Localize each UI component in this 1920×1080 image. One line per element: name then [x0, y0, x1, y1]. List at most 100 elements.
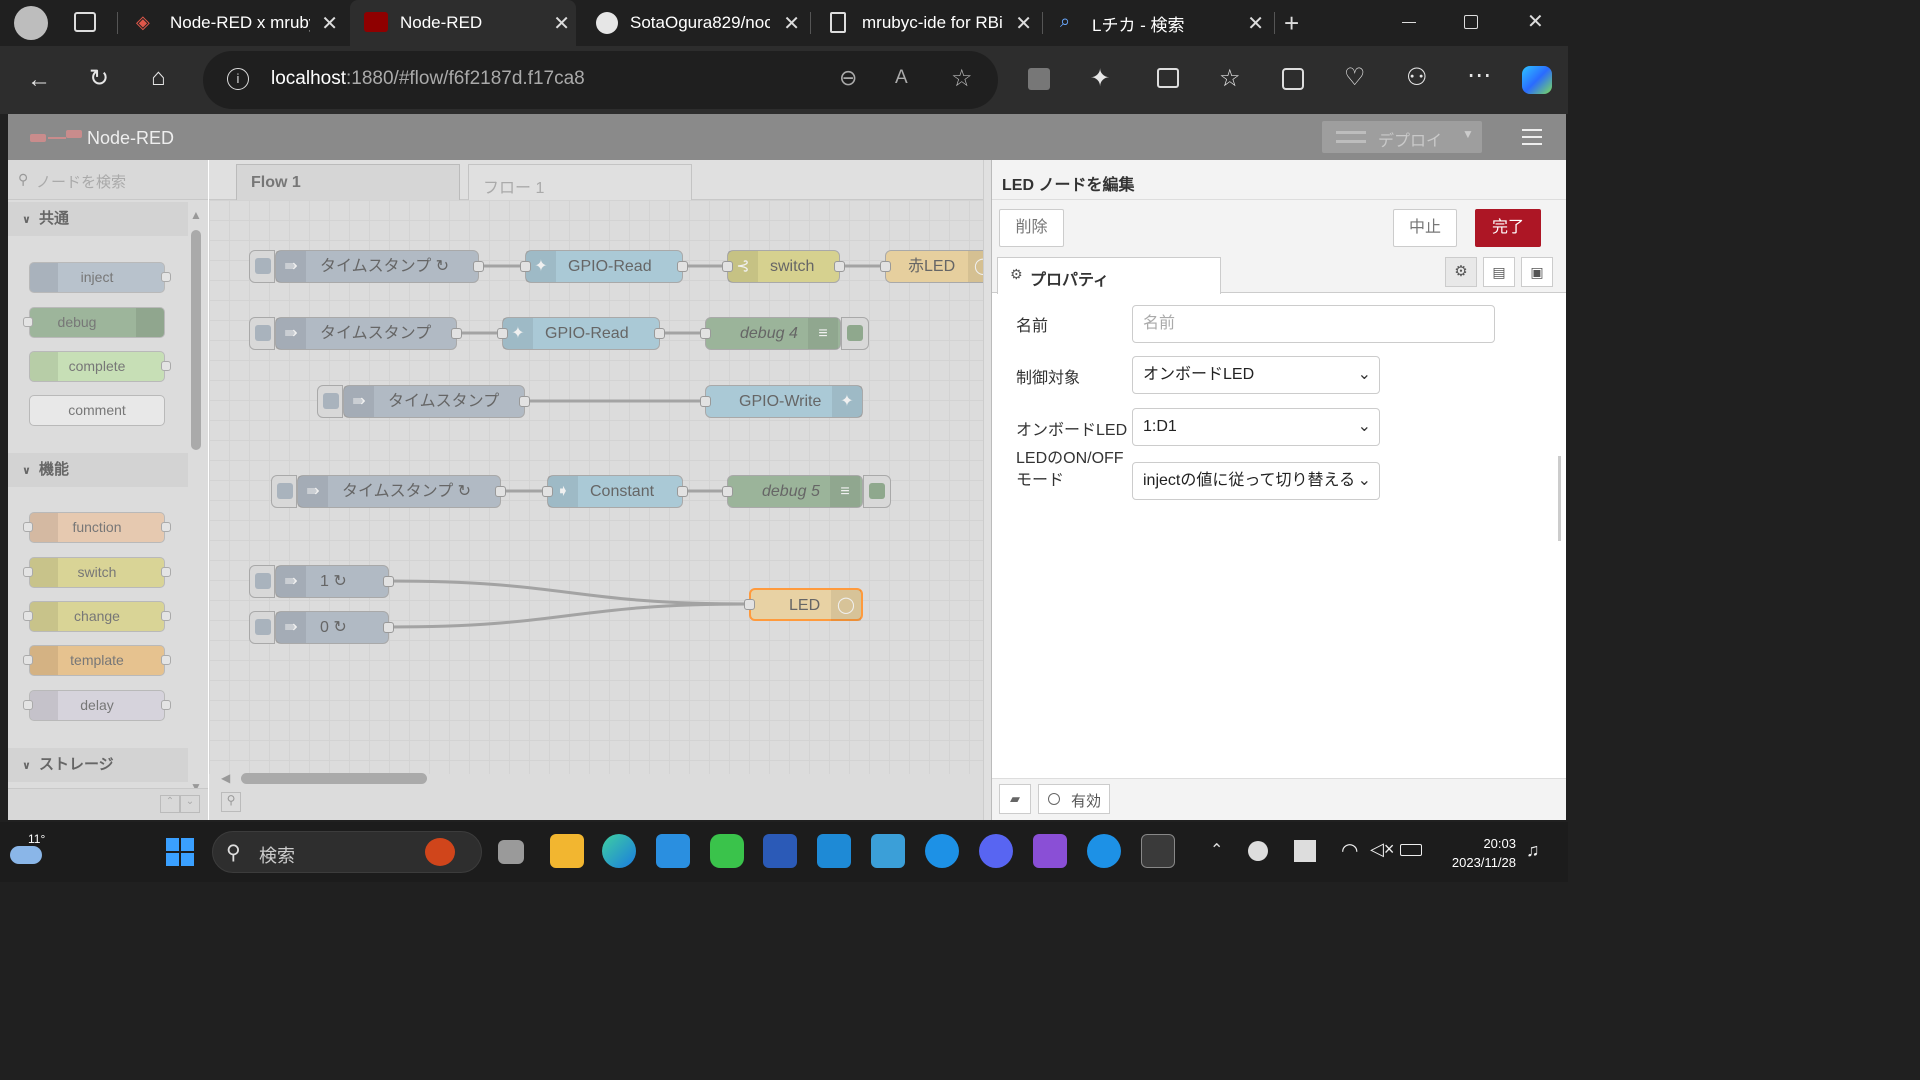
input-port[interactable] [880, 261, 891, 272]
favorite-star-icon[interactable]: ☆ [951, 64, 973, 93]
palette-search[interactable]: ⚲ ノードを検索 [8, 160, 208, 200]
flow-node-constant[interactable]: ➧ Constant [547, 475, 683, 508]
flow-node-gpio-read-2[interactable]: ✦ GPIO-Read [502, 317, 660, 350]
output-port[interactable] [834, 261, 845, 272]
flow-node-gpio-read-1[interactable]: ✦ GPIO-Read [525, 250, 683, 283]
remote-desktop-icon[interactable] [871, 834, 905, 868]
palette-node-comment[interactable]: comment [29, 395, 165, 426]
palette-node-switch[interactable]: switch [23, 557, 171, 588]
input-port[interactable] [700, 396, 711, 407]
horizontal-scrollbar[interactable] [241, 773, 427, 784]
output-port[interactable] [383, 576, 394, 587]
input-port[interactable] [497, 328, 508, 339]
docker-desktop-icon[interactable] [1087, 834, 1121, 868]
flow-node-gpio-write[interactable]: GPIO-Write ✦ [705, 385, 863, 418]
file-explorer-icon[interactable] [550, 834, 584, 868]
deploy-button[interactable]: デプロイ ▼ [1322, 121, 1482, 153]
enabled-toggle[interactable]: 有効 [1038, 784, 1110, 814]
inject-trigger-button[interactable] [249, 317, 275, 350]
inject-trigger-button[interactable] [317, 385, 343, 418]
clock[interactable]: 20:03 2023/11/28 [1436, 834, 1516, 872]
description-tab-icon[interactable]: ▤ [1483, 257, 1515, 287]
tab-flow-2[interactable]: フロー 1 [468, 164, 692, 200]
node-help-icon[interactable]: ▰ [999, 784, 1031, 814]
terminal-icon[interactable] [1141, 834, 1175, 868]
read-aloud-icon[interactable]: A [895, 67, 908, 89]
onboard-led-select[interactable]: 1:D1 ⌄ [1132, 408, 1380, 446]
output-port[interactable] [654, 328, 665, 339]
flow-node-red-led[interactable]: 赤LED ◯ [885, 250, 983, 283]
edit-scrollbar[interactable] [1558, 456, 1561, 541]
tab-github[interactable]: SotaOgura829/noc ✕ [582, 0, 806, 46]
tab-nodered[interactable]: Node-RED ✕ [350, 0, 576, 46]
more-menu-icon[interactable]: ⋯ [1467, 64, 1491, 88]
input-port[interactable] [520, 261, 531, 272]
tray-anchor-icon[interactable] [1294, 840, 1316, 862]
main-menu-icon[interactable] [1522, 129, 1542, 145]
output-port[interactable] [677, 261, 688, 272]
output-port[interactable] [495, 486, 506, 497]
chevron-down-icon[interactable]: ▼ [1462, 127, 1474, 141]
palette-node-delay[interactable]: delay [23, 690, 171, 721]
zoom-search-icon[interactable]: ⚲ [221, 792, 241, 812]
palette-node-template[interactable]: template [23, 645, 171, 676]
weather-widget[interactable]: 11° [10, 832, 56, 874]
docker-icon[interactable] [925, 834, 959, 868]
tray-overflow-icon[interactable]: ⌃ [1210, 840, 1223, 860]
word-icon[interactable] [763, 834, 797, 868]
palette-node-inject[interactable]: inject [29, 262, 171, 293]
address-bar[interactable]: i localhost:1880/#flow/f6f2187d.f17ca8 ⊖… [203, 51, 998, 109]
sidebar-splitter[interactable] [983, 160, 991, 820]
flow-node-timestamp-1[interactable]: ⇛ タイムスタンプ ↻ [275, 250, 479, 283]
flow-node-timestamp-2[interactable]: ⇛ タイムスタンプ [275, 317, 457, 350]
health-icon[interactable]: ♡ [1344, 66, 1366, 90]
close-tab-icon[interactable]: ✕ [553, 11, 570, 36]
palette-category-storage[interactable]: ∨ ストレージ [8, 748, 188, 782]
flow-node-timestamp-3[interactable]: ⇛ タイムスタンプ [343, 385, 525, 418]
palette-node-debug[interactable]: debug [23, 307, 165, 338]
palette-node-function[interactable]: function [23, 512, 171, 543]
input-port[interactable] [722, 486, 733, 497]
taskbar-search[interactable]: ⚲ 検索 [212, 831, 482, 873]
input-port[interactable] [744, 599, 755, 610]
debug-toggle-button[interactable] [863, 475, 891, 508]
flow-canvas[interactable]: ⇛ タイムスタンプ ↻ ✦ GPIO-Read ⊰ switch 赤LED ◯ … [209, 200, 983, 774]
collapse-all-icon[interactable]: ⌃ [160, 795, 180, 813]
inject-trigger-button[interactable] [249, 250, 275, 283]
palette-scroll-up-icon[interactable]: ▲ [190, 208, 202, 222]
new-tab-icon[interactable]: + [1284, 8, 1299, 39]
favorites-icon[interactable]: ☆ [1219, 67, 1241, 91]
task-view-icon[interactable] [498, 840, 524, 864]
palette-scrollbar[interactable] [191, 230, 201, 450]
collections-add-icon[interactable] [1282, 68, 1304, 90]
back-icon[interactable]: ← [27, 68, 51, 92]
output-port[interactable] [677, 486, 688, 497]
flow-node-debug-4[interactable]: debug 4 ≡ [705, 317, 841, 350]
edge-icon[interactable] [602, 834, 636, 868]
zoom-icon[interactable]: ⊖ [839, 65, 857, 91]
cancel-button[interactable]: 中止 [1393, 209, 1457, 247]
inject-trigger-button[interactable] [271, 475, 297, 508]
flow-node-led-selected[interactable]: LED ◯ [749, 588, 863, 621]
tab-properties[interactable]: ⚙ プロパティ [997, 257, 1221, 294]
wifi-icon[interactable]: ◠ [1341, 838, 1358, 863]
split-screen-icon[interactable] [1157, 68, 1179, 88]
close-tab-icon[interactable]: ✕ [783, 11, 800, 36]
appearance-tab-icon[interactable]: ▣ [1521, 257, 1553, 287]
input-port[interactable] [722, 261, 733, 272]
line-icon[interactable] [710, 834, 744, 868]
close-window-icon[interactable]: ✕ [1527, 9, 1544, 34]
input-port[interactable] [700, 328, 711, 339]
settings-tab-icon[interactable]: ⚙ [1445, 257, 1477, 287]
output-port[interactable] [383, 622, 394, 633]
flow-node-switch-1[interactable]: ⊰ switch [727, 250, 840, 283]
share-icon[interactable]: ⚇ [1406, 66, 1428, 90]
home-icon[interactable]: ⌂ [151, 66, 166, 90]
scroll-left-icon[interactable]: ◀ [221, 771, 230, 785]
tab-nodered-mruby[interactable]: ◈ Node-RED x mruby ✕ [120, 0, 344, 46]
inject-trigger-button[interactable] [249, 565, 275, 598]
collections-icon[interactable] [1028, 68, 1050, 90]
discord-icon[interactable] [979, 834, 1013, 868]
flow-node-inject-0[interactable]: ⇛ 0 ↻ [275, 611, 389, 644]
done-button[interactable]: 完了 [1475, 209, 1541, 247]
